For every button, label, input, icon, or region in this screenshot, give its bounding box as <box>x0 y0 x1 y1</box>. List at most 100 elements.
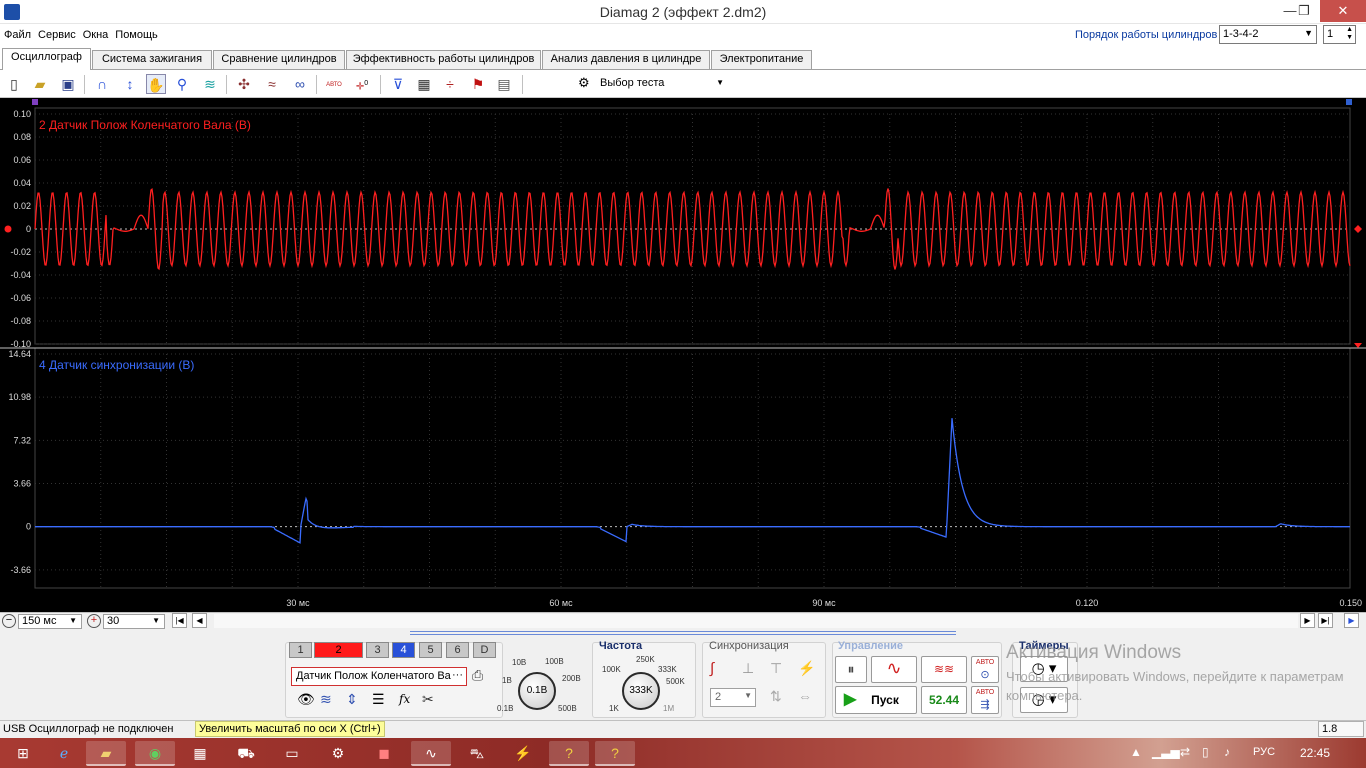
ie-icon[interactable]: ℯ <box>44 741 84 766</box>
auto-scale-icon[interactable]: АВТО <box>324 74 344 94</box>
x-position-value: 30 <box>107 615 120 627</box>
fit-signal-icon[interactable]: ≋ <box>200 74 220 94</box>
tab-cylinder-efficiency[interactable]: Эффективность работы цилиндров <box>346 50 541 69</box>
channel2-title: 2 Датчик Полож Коленчатого Вала (В) <box>39 118 251 132</box>
channel-button-6[interactable]: 6 <box>446 642 469 658</box>
go-last-icon[interactable]: ▶| <box>1318 613 1333 628</box>
auto-mode-button-1[interactable]: АВТО ⊙ <box>971 656 999 683</box>
start-button[interactable]: ▶ Пуск <box>835 686 917 714</box>
tab-power-supply[interactable]: Электропитание <box>711 50 812 69</box>
tab-pressure-analysis[interactable]: Анализ давления в цилиндре <box>542 50 710 69</box>
tab-cylinder-compare[interactable]: Сравнение цилиндров <box>213 50 345 69</box>
frequency-knob[interactable]: 333K <box>622 672 660 710</box>
tab-oscilloscope[interactable]: Осциллограф <box>2 48 91 70</box>
channel-button-4[interactable]: 4 <box>392 642 415 658</box>
curve-tool-icon[interactable]: ∩ <box>92 74 112 94</box>
sync-front-icon[interactable]: ⊥ <box>742 660 754 677</box>
cursor-cross-icon[interactable]: ✣ <box>234 74 254 94</box>
explorer-icon[interactable]: ▰ <box>86 741 126 766</box>
test-select-dropdown[interactable]: ⚙ Выбор теста ▼ <box>575 73 730 95</box>
sync-fall-icon[interactable]: ⊤ <box>770 660 782 677</box>
marker-flag-icon[interactable]: ⚑ <box>468 74 488 94</box>
battery-icon[interactable]: ▯ <box>1202 745 1209 759</box>
language-indicator[interactable]: РУС <box>1253 746 1275 758</box>
voltage-knob[interactable]: 0.1В <box>518 672 556 710</box>
oscilloscope-view[interactable]: 0.10 0.08 0.06 0.04 0.02 0 -0.02 -0.04 -0.06 -0.0… <box>0 98 1366 612</box>
chrome-icon[interactable]: ◉ <box>135 741 175 766</box>
eye-icon[interactable]: 👁 <box>297 691 315 708</box>
channel-name-field[interactable]: Датчик Полож Коленчатого Ва ··· <box>291 667 467 686</box>
tray-expand-icon[interactable]: ▲ <box>1130 745 1142 759</box>
signal-style-icon[interactable]: ≋ <box>320 691 332 708</box>
go-prev-icon[interactable]: ◀ <box>192 613 207 628</box>
y1-tick-label: -0.02 <box>10 247 31 257</box>
cylinder-order-select[interactable]: 1-3-4-2 ▼ <box>1219 25 1317 44</box>
play-icon[interactable]: ▶ <box>1344 613 1359 628</box>
diamag-taskbar-icon[interactable]: ∿ <box>411 741 451 766</box>
app-help2-icon[interactable]: ? <box>595 741 635 766</box>
zero-offset-icon[interactable]: ✛0 <box>352 74 372 94</box>
sync-rising-icon[interactable]: ∫ <box>710 660 714 677</box>
app-help-icon[interactable]: ? <box>549 741 589 766</box>
tools-icon[interactable]: ✂ <box>422 691 434 708</box>
app-engine-icon[interactable]: ⚙ <box>318 741 358 766</box>
vertical-move-icon[interactable]: ⇕ <box>346 691 358 708</box>
open-folder-icon[interactable]: ▰ <box>30 74 50 94</box>
sine-mode-button[interactable]: ∿ <box>871 656 917 683</box>
auto-mode-button-2[interactable]: АВТО ⇶ <box>971 686 999 714</box>
channel-export-icon[interactable]: ⎙ <box>472 667 483 684</box>
hand-pan-icon[interactable]: ✋ <box>146 74 166 94</box>
save-icon[interactable]: ▣ <box>58 74 78 94</box>
vertical-scale-icon[interactable]: ↕ <box>120 74 140 94</box>
sync-shift-icon[interactable]: ⇔ <box>798 688 812 704</box>
pause-button[interactable]: ⏸ <box>835 656 867 683</box>
app-chip-icon[interactable]: ▦ <box>180 741 220 766</box>
go-next-icon[interactable]: ▶ <box>1300 613 1315 628</box>
notes-icon[interactable]: ▤ <box>494 74 514 94</box>
app-car-icon[interactable]: ⛟ <box>226 741 266 766</box>
channel-button-5[interactable]: 5 <box>419 642 442 658</box>
voltage-knob-value: 0.1В <box>526 685 548 696</box>
y2-tick-label: 3.66 <box>13 479 31 489</box>
windows-start-icon[interactable]: ⊞ <box>3 741 43 766</box>
volume-icon[interactable]: ♪ <box>1224 745 1230 759</box>
app-car2-icon[interactable]: ⛍ <box>457 741 497 766</box>
app-bus-icon[interactable]: ▭ <box>272 741 312 766</box>
split-horizontal-icon[interactable]: ÷ <box>440 74 460 94</box>
channel-button-2[interactable]: 2 <box>314 642 363 658</box>
cylinder-number-spinner[interactable]: 1 ▲ ▼ <box>1323 25 1356 44</box>
restore-button[interactable]: ❐ <box>1290 0 1318 22</box>
channel-button-3[interactable]: 3 <box>366 642 389 658</box>
network-icon[interactable]: ⇄ <box>1180 745 1190 759</box>
more-icon[interactable]: ··· <box>452 669 463 681</box>
menu-file[interactable]: Файл <box>0 26 34 41</box>
app-cd-icon[interactable]: ◼ <box>364 741 404 766</box>
new-file-icon[interactable]: ▯ <box>4 74 24 94</box>
channel-button-1[interactable]: 1 <box>289 642 312 658</box>
wave-compress-icon[interactable]: ≈ <box>262 74 282 94</box>
grid-icon[interactable]: ▦ <box>414 74 434 94</box>
go-first-icon[interactable]: |◀ <box>172 613 187 628</box>
zoom-in-x-icon[interactable]: + <box>87 614 101 628</box>
menu-help[interactable]: Помощь <box>111 26 161 41</box>
menu-service[interactable]: Сервис <box>34 26 79 41</box>
x-position-select[interactable]: 30 ▼ <box>103 614 165 629</box>
multi-wave-button[interactable]: ≋≋ <box>921 656 967 683</box>
horizontal-scrollbar[interactable] <box>214 614 1298 628</box>
app-lightning-icon[interactable]: ⚡ <box>503 741 543 766</box>
close-button[interactable]: ✕ <box>1320 0 1366 22</box>
sync-channel-select[interactable]: 2 ▼ <box>710 688 756 707</box>
line-style-icon[interactable]: ☰ <box>372 691 385 708</box>
filter-icon[interactable]: ⊽ <box>388 74 408 94</box>
x-scale-select[interactable]: 150 мс ▼ <box>18 614 82 629</box>
panel-splitter[interactable] <box>410 631 956 635</box>
tab-ignition[interactable]: Система зажигания <box>92 50 212 69</box>
sync-level-icon[interactable]: ⇅ <box>770 688 782 705</box>
channel-button-d[interactable]: D <box>473 642 496 658</box>
sync-auto-icon[interactable]: ⚡ <box>798 660 815 677</box>
zoom-out-x-icon[interactable]: − <box>2 614 16 628</box>
wave-overlay-icon[interactable]: ∞ <box>290 74 310 94</box>
menu-windows[interactable]: Окна <box>79 26 112 41</box>
function-icon[interactable]: fx <box>399 692 410 706</box>
zoom-icon[interactable]: ⚲ <box>172 74 192 94</box>
